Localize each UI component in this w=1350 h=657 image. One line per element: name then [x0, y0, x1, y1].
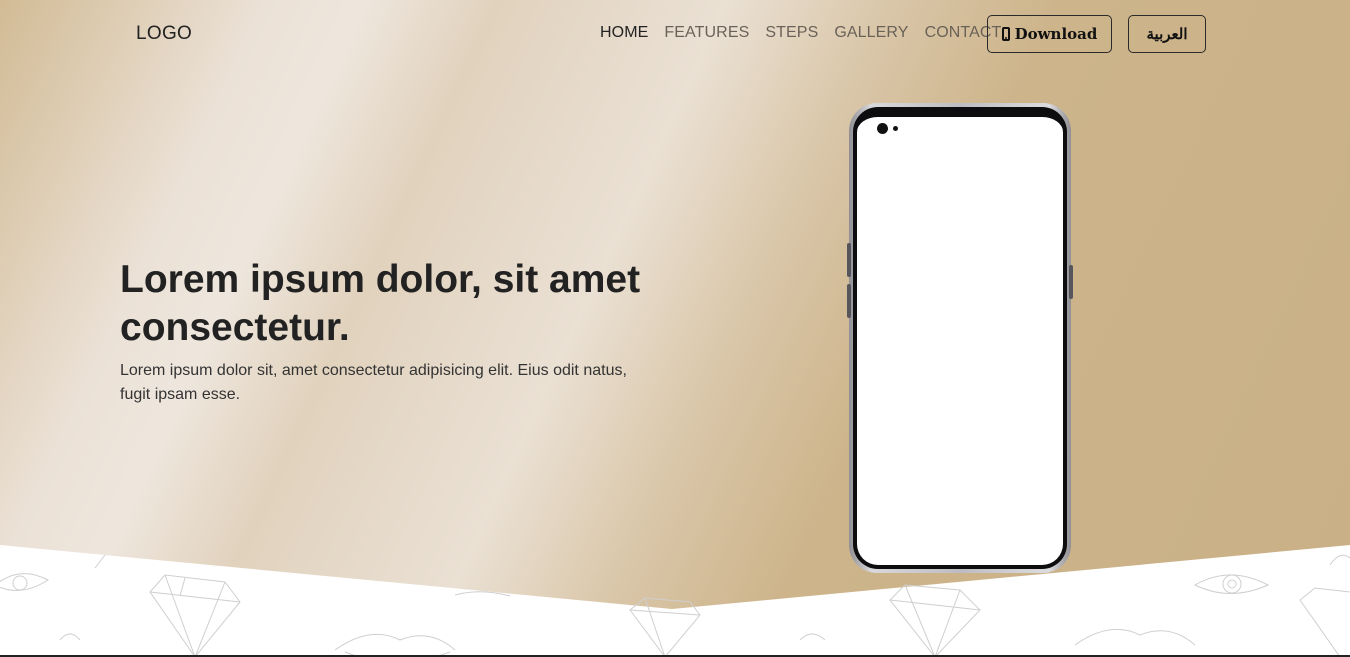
main-nav: HOME FEATURES STEPS GALLERY CONTACT: [600, 24, 1001, 42]
phone-bezel: [853, 107, 1067, 569]
lips-icon: [59, 633, 826, 641]
phone-volume-down-button: [847, 284, 851, 318]
nav-steps[interactable]: STEPS: [765, 24, 818, 42]
mobile-phone-icon: [1001, 27, 1010, 41]
download-button-label: Download: [1014, 25, 1098, 43]
phone-power-button: [1069, 265, 1073, 299]
diamond-icon: [1299, 587, 1350, 657]
sensor-dot-icon: [893, 126, 898, 131]
front-camera-icon: [877, 123, 888, 134]
eye-icon: [454, 591, 511, 597]
phone-volume-up-button: [847, 243, 851, 277]
diamond-icon: [889, 584, 981, 657]
diamond-icon: [629, 597, 701, 657]
phone-screen: [857, 111, 1063, 565]
nav-gallery[interactable]: GALLERY: [834, 24, 908, 42]
eye-icon: [1193, 574, 1270, 594]
decorative-line-pattern: [0, 554, 1350, 657]
lips-icon: [334, 633, 456, 657]
diamond-icon: [149, 574, 241, 657]
nav-features[interactable]: FEATURES: [664, 24, 749, 42]
nav-home[interactable]: HOME: [600, 24, 648, 42]
site-logo[interactable]: LOGO: [136, 23, 192, 45]
download-button[interactable]: Download: [987, 15, 1112, 53]
language-button-label: العربية: [1146, 25, 1188, 43]
eye-icon: [0, 573, 49, 591]
hero-headline: Lorem ipsum dolor, sit amet consectetur.: [120, 258, 641, 349]
lips-icon: [1074, 628, 1196, 646]
phone-mockup: [849, 103, 1071, 573]
hero-subtext: Lorem ipsum dolor sit, amet consectetur …: [120, 362, 627, 403]
language-switch-button[interactable]: العربية: [1128, 15, 1206, 53]
